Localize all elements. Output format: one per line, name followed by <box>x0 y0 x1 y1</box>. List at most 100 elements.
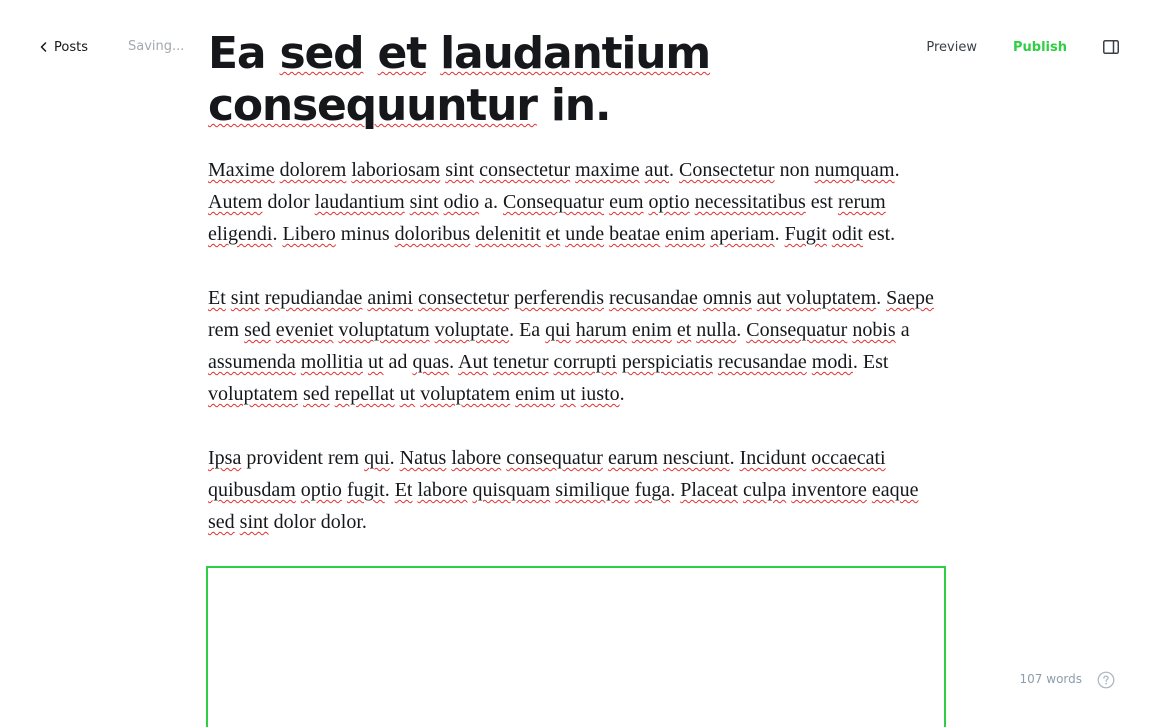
body-word: optio <box>648 191 690 213</box>
body-word: minus <box>340 223 390 245</box>
body-word: assumenda <box>208 351 296 373</box>
body-word: repudiandae <box>264 287 363 309</box>
body-word: . <box>272 223 278 245</box>
word-count: 107 words <box>1019 672 1082 686</box>
body-word: Consequatur <box>503 191 605 213</box>
body-word: ut <box>367 351 384 373</box>
post-body[interactable]: Maxime dolorem laboriosam sint consectet… <box>208 154 950 538</box>
body-word: qui <box>545 319 571 341</box>
body-word: eveniet <box>275 319 334 341</box>
publish-button[interactable]: Publish <box>1013 40 1067 55</box>
body-word: . <box>619 383 625 405</box>
body-word: omnis <box>702 287 752 309</box>
body-word: unde <box>565 223 605 245</box>
body-word: fuga <box>634 479 671 501</box>
body-word: ad <box>388 351 408 373</box>
body-word: labore <box>451 447 502 469</box>
body-word: modi <box>811 351 853 373</box>
body-word: animi <box>367 287 413 309</box>
help-circle-icon[interactable] <box>1097 671 1115 689</box>
body-word: . Ea <box>509 319 541 341</box>
body-word: rerum <box>837 191 886 213</box>
body-word: Libero <box>282 223 336 245</box>
body-word: perspiciatis <box>621 351 713 373</box>
body-word: sed <box>302 383 330 405</box>
body-word: . <box>729 447 735 469</box>
title-word: et <box>377 28 428 79</box>
body-word: Consectetur <box>679 159 775 181</box>
body-word: harum <box>575 319 627 341</box>
body-word: non <box>779 159 810 181</box>
empty-card-block[interactable] <box>206 566 946 727</box>
body-word: necessitatibus <box>694 191 806 213</box>
body-word: . <box>389 447 395 469</box>
body-word: aut <box>644 159 670 181</box>
body-word: mollitia <box>300 351 363 373</box>
body-word: ut <box>560 383 576 405</box>
body-word: quisquam <box>472 479 551 501</box>
body-word: quibusdam <box>208 479 296 501</box>
body-word: a <box>900 319 910 341</box>
body-word: Incidunt <box>739 447 807 469</box>
body-word: . <box>669 159 675 181</box>
body-word: aut <box>756 287 782 309</box>
editor-actions: Preview Publish <box>926 36 1120 58</box>
body-word: Placeat <box>680 479 738 501</box>
body-word: voluptate <box>434 319 510 341</box>
body-word: aperiam <box>710 223 775 245</box>
body-word: provident rem <box>246 447 360 469</box>
body-word: odit <box>831 223 863 245</box>
body-word: . <box>736 319 742 341</box>
body-word: beatae <box>609 223 661 245</box>
body-word: Consequatur <box>746 319 848 341</box>
back-label: Posts <box>54 39 88 55</box>
body-word: labore <box>417 479 468 501</box>
body-word: eligendi <box>208 223 273 245</box>
body-word: earum <box>607 447 658 469</box>
body-word: . <box>774 223 780 245</box>
body-word: odio <box>443 191 480 213</box>
title-word: consequuntur <box>208 80 538 131</box>
body-word: enim <box>665 223 706 245</box>
body-word: Saepe <box>886 287 934 309</box>
body-word: consectetur <box>417 287 510 309</box>
body-word: eaque <box>871 479 919 501</box>
body-word: enim <box>515 383 556 405</box>
chevron-left-icon <box>40 42 47 52</box>
body-word: tenetur <box>493 351 549 373</box>
body-word: rem <box>208 319 240 341</box>
body-word: perferendis <box>514 287 604 309</box>
body-word: corrupti <box>553 351 617 373</box>
body-word: dolor dolor. <box>273 511 367 533</box>
body-paragraph: Maxime dolorem laboriosam sint consectet… <box>208 154 950 250</box>
body-word: a. <box>484 191 498 213</box>
body-word: optio <box>300 479 342 501</box>
body-word: culpa <box>742 479 787 501</box>
body-word: . <box>894 159 900 181</box>
body-word: Fugit <box>784 223 827 245</box>
body-word: laudantium <box>314 191 405 213</box>
body-word: nesciunt <box>662 447 730 469</box>
body-word: voluptatem <box>786 287 877 309</box>
body-word: Et <box>208 287 226 309</box>
body-word: laboriosam <box>351 159 441 181</box>
back-to-posts-link[interactable]: Posts <box>40 36 88 58</box>
body-word: sed <box>208 511 235 533</box>
title-word: laudantium <box>440 28 711 79</box>
body-word: est. <box>867 223 896 245</box>
body-word: Aut <box>458 351 489 373</box>
body-word: qui <box>364 447 390 469</box>
body-word: dolorem <box>279 159 347 181</box>
body-word: . Est <box>852 351 889 373</box>
body-word: Ipsa <box>208 447 242 469</box>
sidebar-toggle-button[interactable] <box>1102 38 1120 56</box>
body-word: recusandae <box>717 351 807 373</box>
body-word: recusandae <box>609 287 698 309</box>
body-word: eum <box>609 191 644 213</box>
body-word: similique <box>555 479 630 501</box>
save-status: Saving... <box>128 39 185 54</box>
title-word: sed <box>279 28 364 79</box>
body-word: maxime <box>575 159 640 181</box>
body-paragraph: Et sint repudiandae animi consectetur pe… <box>208 282 950 410</box>
post-title[interactable]: Ea sed et laudantium consequuntur in. <box>208 28 950 132</box>
